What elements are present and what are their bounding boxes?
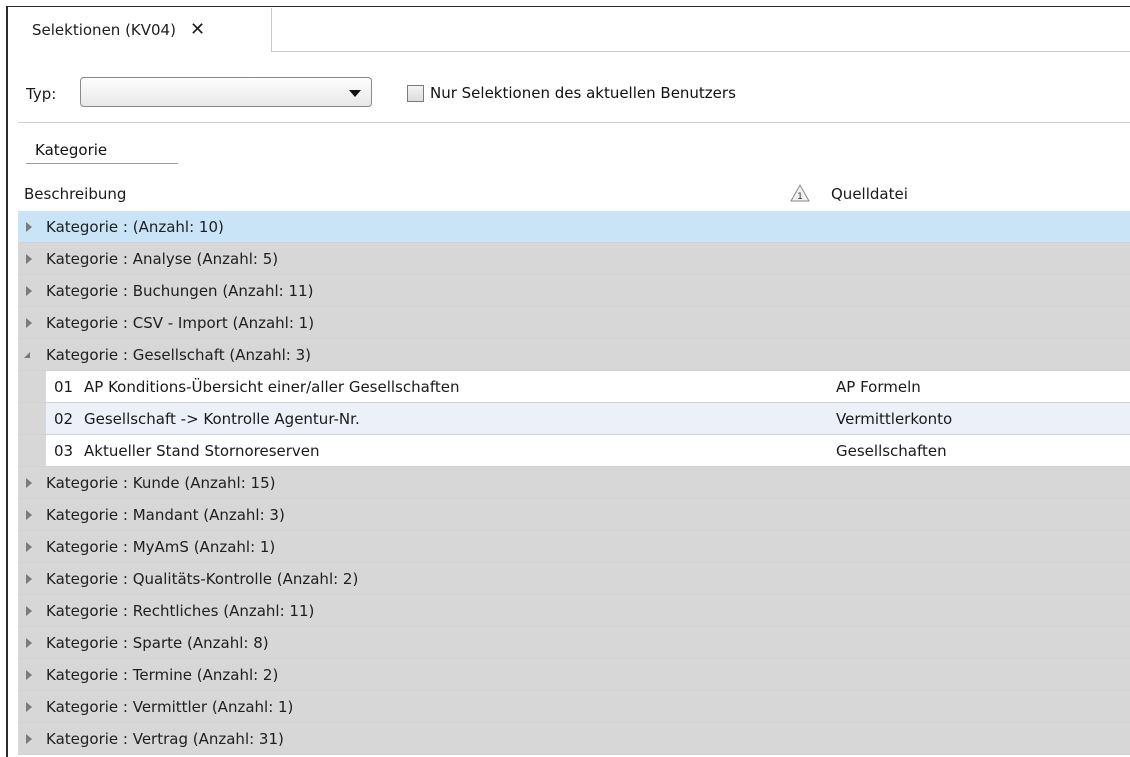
typ-label: Typ: xyxy=(26,85,57,103)
group-row[interactable]: Kategorie : Vermittler (Anzahl: 1) xyxy=(18,691,1130,723)
tab-strip-border xyxy=(272,51,1130,52)
column-header-source[interactable]: Quelldatei xyxy=(831,185,908,203)
group-row[interactable]: Kategorie : CSV - Import (Anzahl: 1) xyxy=(18,307,1130,339)
expand-arrow-icon[interactable] xyxy=(26,478,32,488)
row-indent xyxy=(18,403,46,434)
typ-dropdown[interactable] xyxy=(80,77,372,107)
filter-bar: Typ: Nur Selektionen des aktuellen Benut… xyxy=(26,77,1116,109)
own-selections-checkbox-label: Nur Selektionen des aktuellen Benutzers xyxy=(430,84,736,102)
row-number: 02 xyxy=(54,410,74,428)
expand-arrow-icon[interactable] xyxy=(26,670,32,680)
group-label: Kategorie : MyAmS (Anzahl: 1) xyxy=(46,538,276,556)
group-label: Kategorie : Mandant (Anzahl: 3) xyxy=(46,506,285,524)
grid-header: Beschreibung 1 Quelldatei xyxy=(18,177,1130,212)
group-label: Kategorie : CSV - Import (Anzahl: 1) xyxy=(46,314,315,332)
expand-arrow-icon[interactable] xyxy=(26,702,32,712)
row-indent xyxy=(18,371,46,402)
group-row[interactable]: Kategorie : Analyse (Anzahl: 5) xyxy=(18,243,1130,275)
group-by-panel-kategorie[interactable]: Kategorie xyxy=(26,137,178,164)
group-row[interactable]: Kategorie : Vertrag (Anzahl: 31) xyxy=(18,723,1130,755)
group-label: Kategorie : Sparte (Anzahl: 8) xyxy=(46,634,269,652)
group-label: Kategorie : Buchungen (Anzahl: 11) xyxy=(46,282,314,300)
expand-arrow-icon[interactable] xyxy=(26,606,32,616)
group-row[interactable]: Kategorie : Buchungen (Anzahl: 11) xyxy=(18,275,1130,307)
row-description: AP Konditions-Übersicht einer/aller Gese… xyxy=(84,378,460,396)
group-label: Kategorie : Vertrag (Anzahl: 31) xyxy=(46,730,284,748)
tab-title: Selektionen (KV04) xyxy=(32,21,176,39)
sort-warning-triangle-icon[interactable]: 1 xyxy=(790,184,810,202)
own-selections-checkbox[interactable] xyxy=(407,84,424,102)
expand-arrow-icon[interactable] xyxy=(26,510,32,520)
expand-arrow-icon[interactable] xyxy=(26,734,32,744)
chevron-down-icon xyxy=(349,90,361,97)
own-selections-checkbox-group[interactable]: Nur Selektionen des aktuellen Benutzers xyxy=(407,84,736,102)
tab-selektionen[interactable]: Selektionen (KV04) ✕ xyxy=(22,8,272,52)
table-row[interactable]: 03 Aktueller Stand Stornoreserven Gesellsc… xyxy=(18,435,1130,467)
group-row[interactable]: Kategorie : (Anzahl: 10) xyxy=(18,211,1130,243)
row-source: Gesellschaften xyxy=(836,442,947,460)
sort-index: 1 xyxy=(797,192,803,202)
expand-arrow-icon[interactable] xyxy=(24,352,30,358)
group-label: Kategorie : Vermittler (Anzahl: 1) xyxy=(46,698,294,716)
row-number: 03 xyxy=(54,442,74,460)
group-label: Kategorie : Termine (Anzahl: 2) xyxy=(46,666,279,684)
expand-arrow-icon[interactable] xyxy=(26,574,32,584)
group-row[interactable]: Kategorie : Kunde (Anzahl: 15) xyxy=(18,467,1130,499)
close-icon[interactable]: ✕ xyxy=(190,21,205,39)
column-header-description[interactable]: Beschreibung xyxy=(24,185,126,203)
group-label: Kategorie : Gesellschaft (Anzahl: 3) xyxy=(46,346,311,364)
group-row[interactable]: Kategorie : Gesellschaft (Anzahl: 3) xyxy=(18,339,1130,371)
expand-arrow-icon[interactable] xyxy=(26,254,32,264)
selection-grid: Kategorie : (Anzahl: 10) Kategorie : Anal… xyxy=(18,211,1130,755)
group-label: Kategorie : Qualitäts-Kontrolle (Anzahl:… xyxy=(46,570,359,588)
selection-window: Selektionen (KV04) ✕ Typ: Nur Selektione… xyxy=(6,6,1130,757)
group-row[interactable]: Kategorie : Termine (Anzahl: 2) xyxy=(18,659,1130,691)
row-indent xyxy=(18,435,46,466)
group-row[interactable]: Kategorie : Mandant (Anzahl: 3) xyxy=(18,499,1130,531)
expand-arrow-icon[interactable] xyxy=(26,318,32,328)
expand-arrow-icon[interactable] xyxy=(26,542,32,552)
group-label: Kategorie : Kunde (Anzahl: 15) xyxy=(46,474,276,492)
tab-strip: Selektionen (KV04) ✕ xyxy=(8,7,1130,52)
group-row[interactable]: Kategorie : Rechtliches (Anzahl: 11) xyxy=(18,595,1130,627)
expand-arrow-icon[interactable] xyxy=(26,638,32,648)
group-row[interactable]: Kategorie : Qualitäts-Kontrolle (Anzahl:… xyxy=(18,563,1130,595)
group-by-label: Kategorie xyxy=(35,141,108,159)
row-description: Gesellschaft -> Kontrolle Agentur-Nr. xyxy=(84,410,360,428)
row-number: 01 xyxy=(54,378,74,396)
group-label: Kategorie : (Anzahl: 10) xyxy=(46,218,224,236)
expand-arrow-icon[interactable] xyxy=(26,222,32,232)
table-row[interactable]: 01 AP Konditions-Übersicht einer/aller Ge… xyxy=(18,371,1130,403)
group-row[interactable]: Kategorie : MyAmS (Anzahl: 1) xyxy=(18,531,1130,563)
divider xyxy=(18,122,1130,123)
row-description: Aktueller Stand Stornoreserven xyxy=(84,442,320,460)
group-label: Kategorie : Analyse (Anzahl: 5) xyxy=(46,250,279,268)
row-source: Vermittlerkonto xyxy=(836,410,953,428)
expand-arrow-icon[interactable] xyxy=(26,286,32,296)
group-label: Kategorie : Rechtliches (Anzahl: 11) xyxy=(46,602,315,620)
group-row[interactable]: Kategorie : Sparte (Anzahl: 8) xyxy=(18,627,1130,659)
row-source: AP Formeln xyxy=(836,378,921,396)
table-row[interactable]: 02 Gesellschaft -> Kontrolle Agentur-Nr. V… xyxy=(18,403,1130,435)
